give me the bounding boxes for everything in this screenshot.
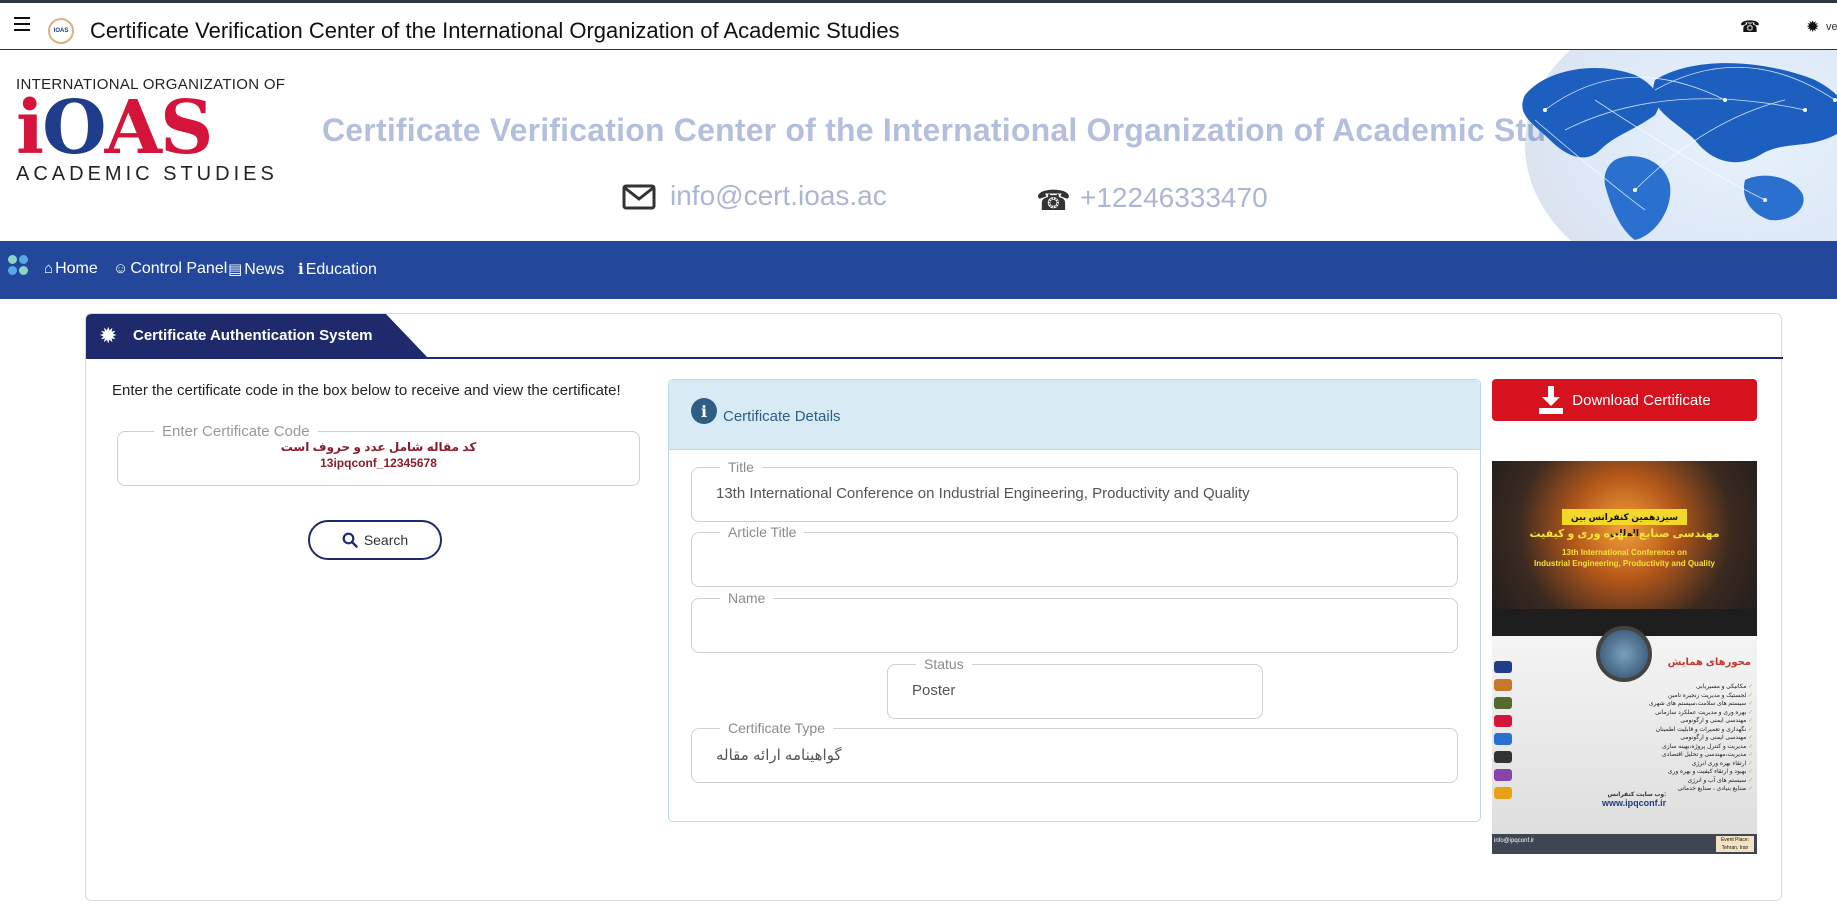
name-label: Name [720,590,774,606]
download-icon [1539,386,1564,414]
status-label: Status [916,656,972,672]
envelope-icon [622,184,656,210]
banner-title: Certificate Verification Center of the I… [322,112,1611,148]
apps-grid-icon[interactable] [8,255,30,277]
top-bar: IOAS Certificate Verification Center of … [0,0,1837,50]
nav-item-control-panel[interactable]: ☺ Control Panel [113,260,227,278]
card-tab-title: Certificate Authentication System [133,327,373,344]
poster-website: وب سایت کنفرانس: www.ipqconf.ir [1602,792,1667,808]
article-title-field[interactable]: Article Title [691,524,1458,587]
poster-footer: info@ipqconf.ir Event Place: Tehran, Ira… [1492,834,1757,854]
home-icon: ⌂ [44,260,54,277]
status-value: Poster [912,682,956,699]
info-circle-icon: i [691,398,717,424]
hamburger-menu-icon[interactable] [14,17,30,31]
header-banner: INTERNATIONAL ORGANIZATION OF iOAS ACADE… [0,50,1837,241]
instructions-text: Enter the certificate code in the box be… [112,382,621,399]
certificate-type-field[interactable]: Certificate Type گواهینامه ارائه مقاله [691,720,1458,783]
certificate-details-title: Certificate Details [723,408,841,425]
title-label: Title [720,459,762,475]
poster-persian-title-1: سیزدهمین کنفرانس بین المللی [1562,509,1687,538]
search-button[interactable]: Search [308,520,442,560]
ioas-small-logo[interactable]: IOAS [48,18,74,44]
certificate-code-input[interactable]: Enter Certificate Code کد مقاله شامل عدد… [117,423,640,486]
poster-sponsor-logos [1494,661,1518,811]
conference-poster-image[interactable]: سیزدهمین کنفرانس بین المللی مهندسی صنایع… [1492,461,1757,854]
title-field[interactable]: Title 13th International Conference on I… [691,459,1458,522]
main-navbar: ⌂ Home ☺ Control Panel ▤ News ℹ Education [0,241,1837,299]
top-bar-title: Certificate Verification Center of the I… [90,18,900,43]
phone-icon: ☎ [1036,185,1071,216]
nav-item-education[interactable]: ℹ Education [298,260,377,279]
poster-handshake-circle [1596,626,1652,682]
gear-icon: ✹ [99,323,118,348]
nav-item-home[interactable]: ⌂ Home [44,260,98,278]
certificate-type-value: گواهینامه ارائه مقاله [716,747,842,764]
search-icon [342,532,358,548]
download-certificate-label: Download Certificate [1572,391,1711,409]
code-hint-example: 13ipqconf_12345678 [320,456,437,470]
banner-phone[interactable]: +12246333470 [1080,182,1268,214]
certificate-code-legend: Enter Certificate Code [154,423,318,440]
phone-icon[interactable]: ☎ [1740,17,1760,37]
code-hint-line: کد مقاله شامل عدد و حروف است [280,440,477,454]
poster-footer-place: Event Place: Tehran, Iran [1716,836,1754,852]
certificate-card: ✹ Certificate Authentication System Ente… [85,313,1783,901]
banner-email[interactable]: info@cert.ioas.ac [670,180,887,212]
gear-icon[interactable]: ✹ [1806,17,1819,37]
poster-persian-title-2: مهندسی صنایع ، بهره وری و کیفیت [1529,528,1720,540]
world-map-globe-image [1522,50,1837,241]
user-icon: ☺ [113,260,129,277]
poster-topics-heading: محورهای همایش [1667,657,1751,668]
certificate-type-label: Certificate Type [720,720,834,736]
poster-topics-list: مکانیکی و مسیریابیلجستیک و مدیریت زنجیره… [1633,683,1753,794]
poster-english-title: 13th International Conference on Industri… [1534,548,1715,568]
search-button-label: Search [363,532,409,548]
certificate-details-panel: i Certificate Details Title 13th Interna… [668,379,1481,822]
nav-item-news[interactable]: ▤ News [228,260,284,279]
truncated-menu-label[interactable]: ve [1826,21,1837,33]
ioas-logo[interactable]: INTERNATIONAL ORGANIZATION OF iOAS ACADE… [16,76,285,206]
name-field[interactable]: Name [691,590,1458,653]
article-title-label: Article Title [720,524,805,540]
status-field[interactable]: Status Poster [887,656,1263,719]
logo-bottom-text: ACADEMIC STUDIES [16,163,278,185]
download-certificate-button[interactable]: Download Certificate [1492,379,1757,421]
title-value: 13th International Conference on Industr… [716,485,1250,502]
logo-letters: iOAS [16,85,213,171]
card-divider [86,357,1783,359]
info-icon: ℹ [298,261,304,278]
certificate-details-header: i Certificate Details [669,380,1480,450]
poster-footer-email: info@ipqconf.ir [1494,838,1535,844]
newspaper-icon: ▤ [228,261,243,278]
